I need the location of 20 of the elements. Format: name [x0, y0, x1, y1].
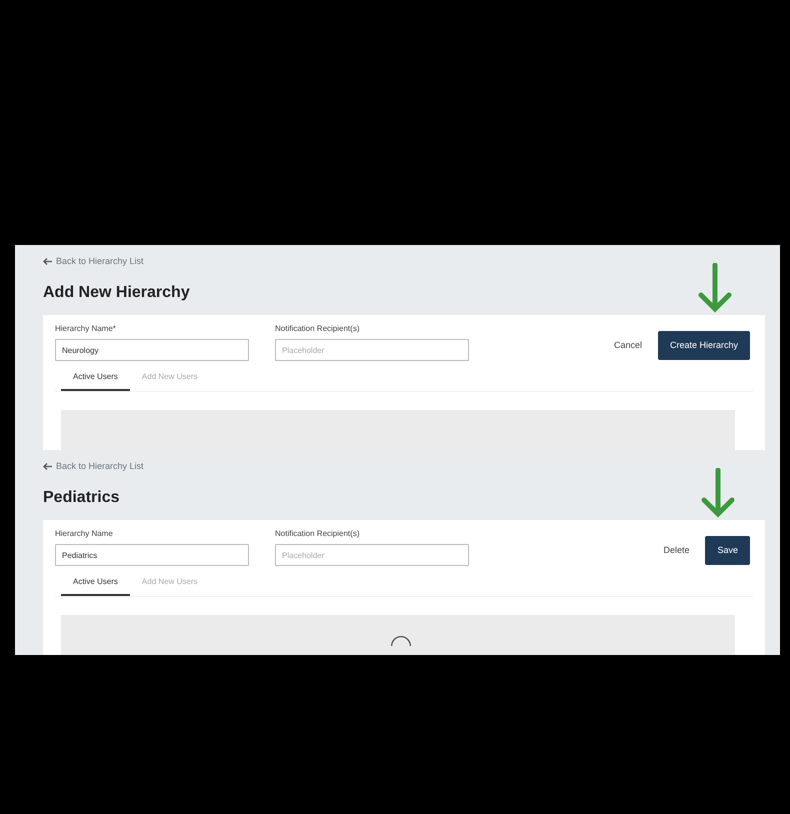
back-arrow-icon: [43, 463, 52, 470]
tab[interactable]: Active Users: [61, 365, 130, 391]
back-arrow-icon: [43, 258, 52, 266]
delete-button[interactable]: Delete: [663, 544, 690, 557]
page-title: Pediatrics: [43, 488, 120, 508]
page-title: Add New Hierarchy: [43, 282, 191, 302]
tab[interactable]: Active Users: [61, 570, 130, 596]
field-label: Hierarchy Name*: [55, 322, 117, 334]
save-button[interactable]: Save: [705, 536, 750, 565]
input-field[interactable]: Pediatrics: [55, 544, 249, 566]
field-label: Notification Recipient(s): [275, 322, 360, 334]
input-field[interactable]: Placeholder: [275, 544, 469, 566]
input-field[interactable]: Neurology: [55, 339, 249, 361]
input-field[interactable]: Placeholder: [275, 339, 469, 361]
field-label: Notification Recipient(s): [275, 528, 360, 540]
field-label: Hierarchy Name: [55, 528, 114, 540]
back-link[interactable]: Back to Hierarchy List: [43, 460, 144, 474]
create-button[interactable]: Create Hierarchy: [658, 330, 750, 360]
cancel-button[interactable]: Cancel: [614, 338, 642, 352]
back-link[interactable]: Back to Hierarchy List: [43, 255, 144, 268]
